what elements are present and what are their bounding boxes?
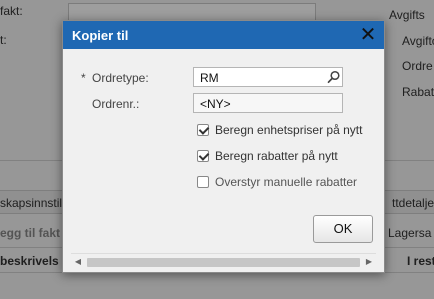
- horizontal-scrollbar[interactable]: ◀ ▶: [71, 253, 376, 269]
- checkbox-recalc-discounts-box[interactable]: [197, 150, 209, 162]
- checkbox-recalc-discounts[interactable]: Beregn rabatter på nytt: [197, 148, 338, 164]
- ordretype-label: Ordretype:: [92, 71, 149, 85]
- checkbox-override-manual-discounts-label: Overstyr manuelle rabatter: [215, 175, 358, 189]
- arrow-right-icon[interactable]: ▶: [362, 254, 376, 270]
- copy-to-dialog: Kopier til ✕ * Ordretype: RM Ordrenr.: <…: [62, 20, 385, 273]
- arrow-left-icon[interactable]: ◀: [71, 254, 85, 270]
- ordrenr-input[interactable]: <NY>: [193, 93, 343, 113]
- ordrenr-label: Ordrenr.:: [92, 97, 140, 111]
- ordrenr-value: <NY>: [200, 97, 231, 111]
- dialog-titlebar: Kopier til ✕: [63, 21, 384, 49]
- checkbox-recalc-prices-box[interactable]: [197, 124, 209, 136]
- checkbox-recalc-prices-label: Beregn enhetspriser på nytt: [215, 123, 363, 137]
- dialog-title: Kopier til: [72, 28, 129, 43]
- checkbox-override-manual-discounts[interactable]: Overstyr manuelle rabatter: [197, 174, 357, 190]
- close-icon[interactable]: ✕: [358, 24, 378, 46]
- checkbox-recalc-prices[interactable]: Beregn enhetspriser på nytt: [197, 122, 362, 138]
- checkbox-recalc-discounts-label: Beregn rabatter på nytt: [215, 149, 338, 163]
- checkbox-override-manual-discounts-box[interactable]: [197, 176, 209, 188]
- ordretype-input[interactable]: RM: [193, 67, 343, 87]
- ok-button[interactable]: OK: [313, 215, 373, 243]
- ordretype-value: RM: [200, 71, 219, 85]
- search-icon[interactable]: [327, 70, 341, 84]
- required-marker: *: [81, 71, 86, 85]
- scrollbar-thumb[interactable]: [87, 258, 360, 267]
